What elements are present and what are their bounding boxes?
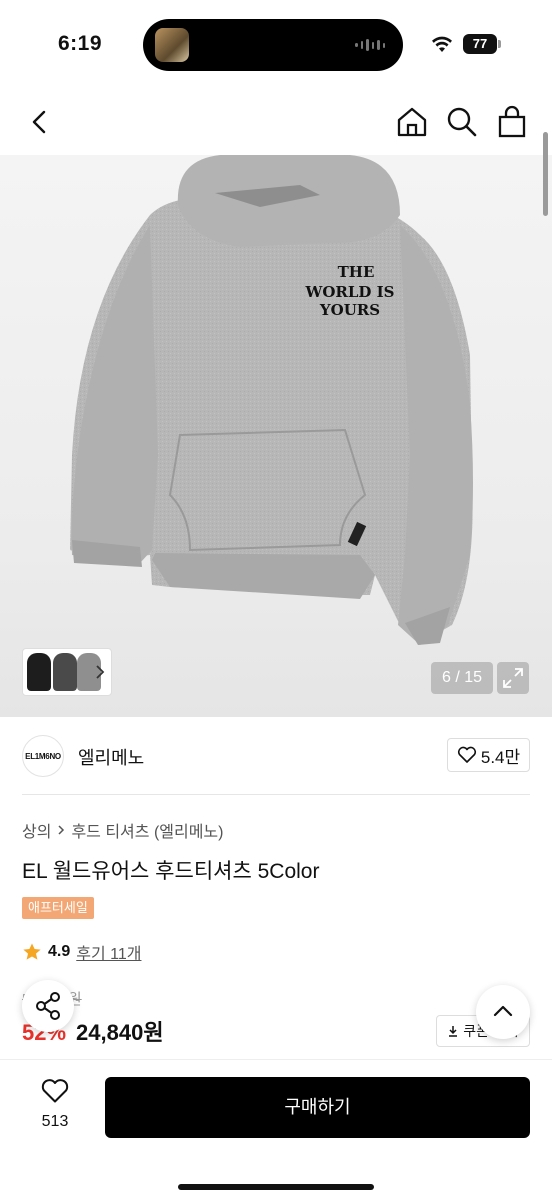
- print-line-3: YOURS: [319, 301, 380, 319]
- product-title: EL 월드유어스 후드티셔츠 5Color: [22, 860, 320, 883]
- sale-price: 24,840원: [76, 1020, 164, 1045]
- now-playing-artwork: [155, 28, 189, 62]
- rating-row[interactable]: 4.9 후기 11개: [22, 940, 141, 964]
- status-bar: 6:19 77: [0, 0, 552, 92]
- shopping-bag-icon[interactable]: [492, 102, 532, 142]
- brand-like-count: 5.4만: [480, 747, 521, 767]
- home-icon[interactable]: [392, 102, 432, 142]
- sale-tag: 애프터세일: [22, 897, 94, 919]
- dynamic-island[interactable]: [143, 19, 403, 71]
- color-thumbnails[interactable]: [22, 648, 112, 696]
- battery-tip: [498, 40, 501, 48]
- star-icon: [23, 943, 41, 960]
- product-image[interactable]: THE WORLD IS YOURS: [0, 155, 552, 717]
- print-line-1: THE: [338, 263, 375, 281]
- wifi-icon: [432, 36, 452, 52]
- expand-icon[interactable]: [497, 662, 529, 694]
- thumbnail-charcoal[interactable]: [53, 653, 77, 691]
- divider: [22, 794, 530, 795]
- scrollbar[interactable]: [543, 132, 548, 216]
- top-nav: [0, 92, 552, 154]
- print-line-2: WORLD IS: [304, 283, 394, 301]
- breadcrumb-item[interactable]: 후드 티셔츠 (엘리메노): [71, 818, 223, 842]
- heart-icon: [41, 1079, 69, 1103]
- buy-button[interactable]: 구매하기: [105, 1077, 530, 1138]
- audio-waveform-icon: [355, 38, 385, 52]
- brand-name[interactable]: 엘리메노: [78, 744, 144, 770]
- search-icon[interactable]: [442, 102, 482, 142]
- breadcrumb[interactable]: 상의 후드 티셔츠 (엘리메노): [22, 818, 223, 842]
- rating-score: 4.9: [48, 943, 71, 960]
- heart-icon: [457, 746, 476, 763]
- brand-logo[interactable]: EL1M6NO: [22, 735, 64, 777]
- wishlist-button[interactable]: 513: [22, 1078, 88, 1142]
- share-button[interactable]: [22, 980, 74, 1032]
- brand-like-button[interactable]: 5.4만: [447, 738, 530, 772]
- product-image-gallery[interactable]: THE WORLD IS YOURS 6 / 15: [0, 155, 552, 717]
- chevron-up-icon: [493, 1005, 513, 1017]
- breadcrumb-item[interactable]: 상의: [22, 818, 51, 842]
- share-icon: [36, 992, 60, 1020]
- review-count-link[interactable]: 후기 11개: [76, 940, 141, 964]
- back-chevron-icon[interactable]: [22, 102, 58, 142]
- chevron-right-icon: [58, 825, 65, 835]
- chevron-right-icon[interactable]: [95, 663, 105, 681]
- battery-icon: 77: [463, 34, 497, 54]
- thumbnail-black[interactable]: [27, 653, 51, 691]
- status-time: 6:19: [58, 32, 103, 55]
- image-counter: 6 / 15: [431, 662, 493, 694]
- scroll-to-top-button[interactable]: [476, 985, 530, 1039]
- bottom-purchase-bar: 513 구매하기: [0, 1059, 552, 1200]
- wishlist-count: 513: [41, 1113, 69, 1130]
- download-icon: [449, 1026, 458, 1037]
- home-indicator[interactable]: [178, 1184, 374, 1190]
- brand-row[interactable]: EL1M6NO 엘리메노 5.4만: [22, 733, 530, 779]
